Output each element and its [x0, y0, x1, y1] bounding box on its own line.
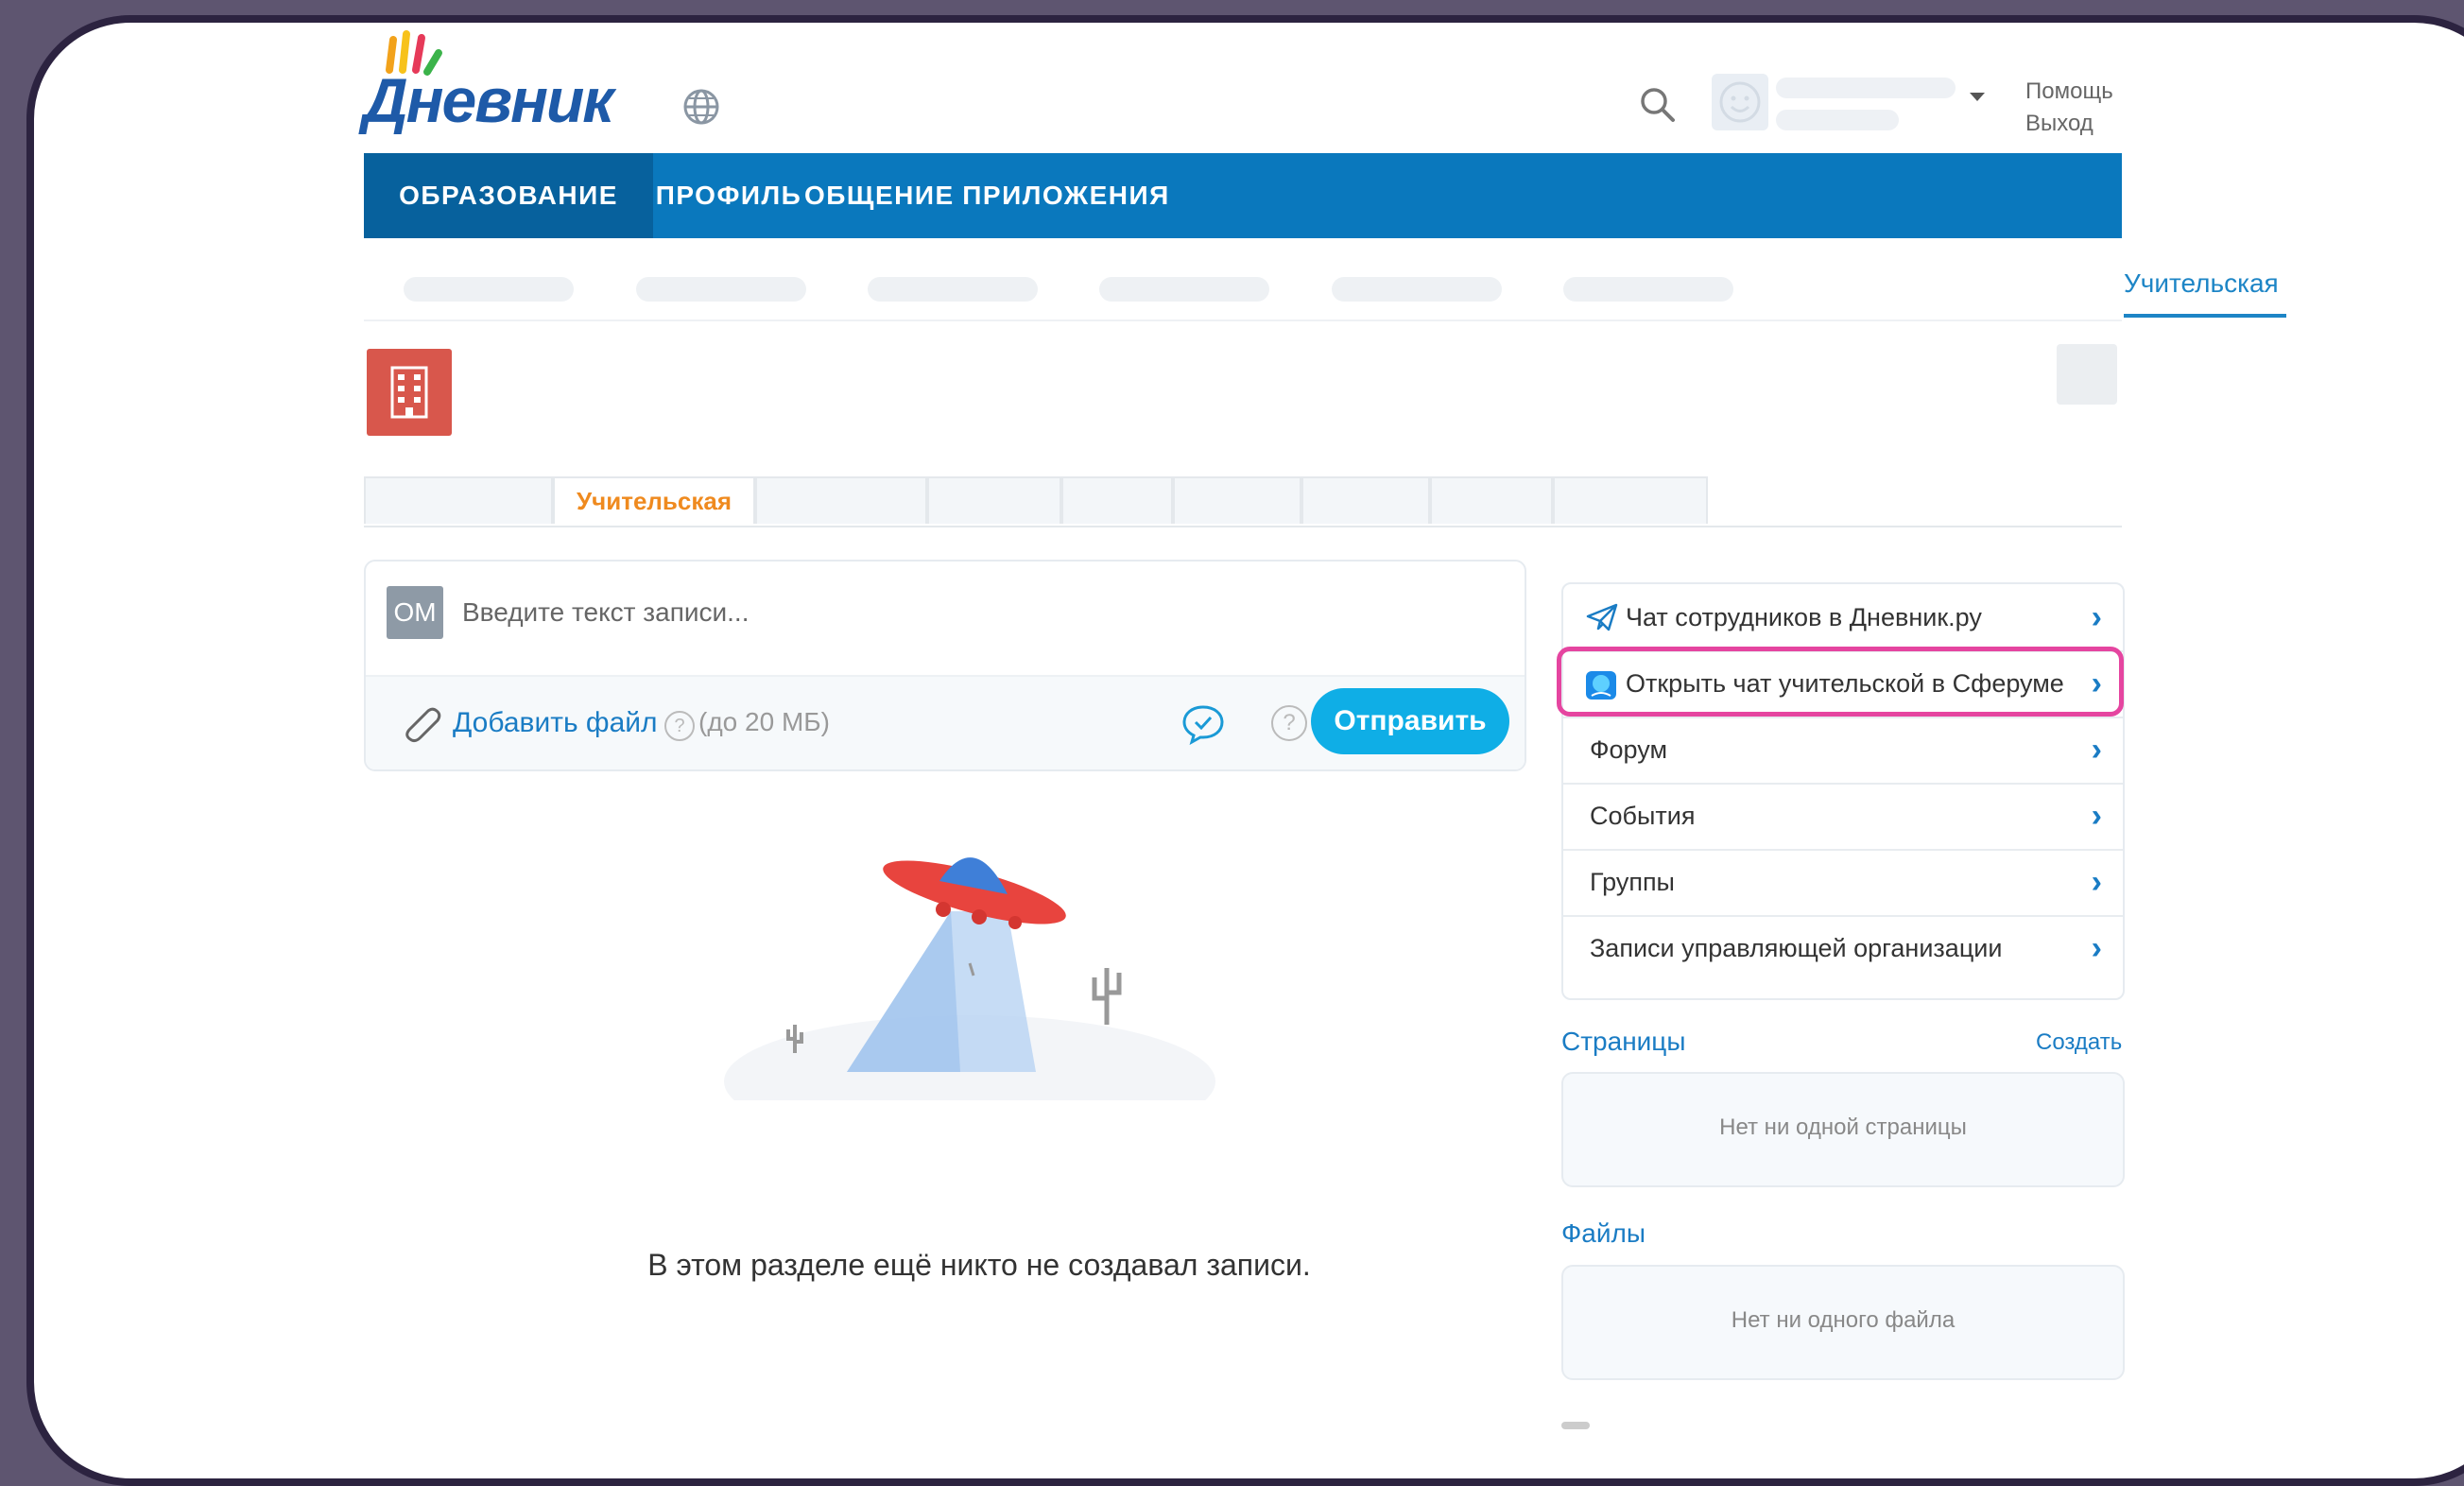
menu-item-groups[interactable]: Группы ›: [1563, 849, 2123, 917]
logo[interactable]: Дневник: [363, 30, 665, 148]
tab-teachers-room[interactable]: Учительская: [553, 476, 755, 524]
ufo-illustration: [724, 857, 1215, 1100]
user-menu-caret-icon[interactable]: [1970, 93, 1985, 101]
help-link[interactable]: Помощь: [2025, 76, 2113, 108]
composer-help-icon[interactable]: ?: [1271, 705, 1307, 741]
create-page-link[interactable]: Создать: [2036, 1029, 2122, 1056]
subnav-item-placeholder[interactable]: [1563, 277, 1733, 302]
add-file-link[interactable]: Добавить файл: [453, 707, 658, 739]
logout-link[interactable]: Выход: [2025, 108, 2113, 140]
chevron-right-icon: ›: [2091, 864, 2102, 900]
file-help-icon[interactable]: ?: [664, 711, 695, 741]
sferum-icon: [1586, 671, 1616, 700]
search-icon[interactable]: [1638, 85, 1678, 125]
menu-item-events[interactable]: События ›: [1563, 783, 2123, 851]
files-empty-box: Нет ни одного файла: [1561, 1265, 2125, 1380]
user-role-placeholder: [1776, 110, 1899, 130]
next-section-title-placeholder: [1561, 1422, 1590, 1429]
sub-nav: Учительская: [364, 238, 2286, 321]
smiley-icon: [1719, 81, 1761, 123]
nav-profile[interactable]: ПРОФИЛЬ: [653, 153, 804, 238]
subnav-item-placeholder[interactable]: [636, 277, 806, 302]
paperclip-icon[interactable]: [400, 703, 443, 745]
empty-feed-message: В этом разделе ещё никто не создавал зап…: [647, 1248, 1311, 1282]
tab-placeholder[interactable]: [755, 476, 927, 524]
tab-placeholder[interactable]: [1553, 476, 1708, 524]
files-section-title[interactable]: Файлы: [1561, 1218, 1646, 1249]
nav-education[interactable]: ОБРАЗОВАНИЕ: [364, 153, 653, 238]
subnav-item-placeholder[interactable]: [868, 277, 1038, 302]
file-size-note: (до 20 МБ): [698, 707, 830, 736]
tab-placeholder[interactable]: [1061, 476, 1173, 524]
post-composer: ОМ Добавить файл ? (до 20 МБ) ? Отправит…: [364, 560, 1526, 771]
subnav-item-placeholder[interactable]: [1332, 277, 1502, 302]
tab-placeholder[interactable]: [1301, 476, 1430, 524]
tab-placeholder[interactable]: [927, 476, 1061, 524]
tab-placeholder[interactable]: [1430, 476, 1553, 524]
help-links: Помощь Выход: [2025, 76, 2113, 140]
menu-item-staff-chat[interactable]: Чат сотрудников в Дневник.ру ›: [1563, 584, 2123, 652]
group-tabs: Учительская: [364, 476, 2122, 527]
subnav-item-placeholder[interactable]: [1099, 277, 1269, 302]
composer-footer: Добавить файл ? (до 20 МБ) ? Отправить: [366, 675, 1525, 769]
globe-icon[interactable]: [681, 87, 721, 127]
menu-item-label: Открыть чат учительской в Сферуме: [1626, 669, 2064, 698]
chevron-right-icon: ›: [2091, 732, 2102, 768]
page: Дневник Помощь Выход ОБРАЗОВАНИЕ ПРОФИЛЬ…: [34, 23, 2464, 1478]
subnav-active-underline: [2124, 314, 2286, 318]
user-avatar[interactable]: [1712, 74, 1768, 130]
subnav-item-placeholder[interactable]: [404, 277, 574, 302]
menu-item-forum[interactable]: Форум ›: [1563, 717, 2123, 785]
menu-item-label: События: [1590, 802, 1696, 830]
menu-item-label: Чат сотрудников в Дневник.ру: [1626, 603, 1982, 631]
pages-section-title[interactable]: Страницы: [1561, 1027, 1685, 1057]
school-building-icon: [367, 349, 452, 436]
post-text-input[interactable]: [462, 597, 1313, 628]
chat-check-icon[interactable]: [1180, 703, 1226, 745]
tab-placeholder[interactable]: [364, 476, 553, 524]
menu-item-label: Форум: [1590, 735, 1668, 764]
pages-empty-box: Нет ни одной страницы: [1561, 1072, 2125, 1187]
author-avatar: ОМ: [387, 586, 443, 639]
chevron-right-icon: ›: [2091, 798, 2102, 834]
chevron-right-icon: ›: [2091, 930, 2102, 966]
nav-communication[interactable]: ОБЩЕНИЕ: [804, 153, 953, 238]
nav-apps[interactable]: ПРИЛОЖЕНИЯ: [952, 153, 1180, 238]
settings-placeholder[interactable]: [2057, 344, 2117, 405]
send-button[interactable]: Отправить: [1311, 688, 1509, 754]
paper-plane-icon: [1586, 603, 1618, 631]
subnav-item-teachers-room[interactable]: Учительская: [2124, 268, 2279, 299]
screenshot-frame: Дневник Помощь Выход ОБРАЗОВАНИЕ ПРОФИЛЬ…: [26, 15, 2464, 1486]
chevron-right-icon: ›: [2091, 665, 2102, 701]
menu-item-management-posts[interactable]: Записи управляющей организации ›: [1563, 915, 2123, 981]
main-nav: ОБРАЗОВАНИЕ ПРОФИЛЬ ОБЩЕНИЕ ПРИЛОЖЕНИЯ: [364, 153, 2122, 238]
chevron-right-icon: ›: [2091, 599, 2102, 635]
menu-item-label: Записи управляющей организации: [1590, 934, 2003, 962]
tab-placeholder[interactable]: [1173, 476, 1301, 524]
menu-item-sferum-chat[interactable]: Открыть чат учительской в Сферуме ›: [1563, 650, 2123, 718]
side-menu: Чат сотрудников в Дневник.ру › Открыть ч…: [1561, 582, 2125, 1000]
logo-text: Дневник: [363, 65, 614, 135]
user-name-placeholder: [1776, 78, 1956, 98]
menu-item-label: Группы: [1590, 868, 1675, 896]
